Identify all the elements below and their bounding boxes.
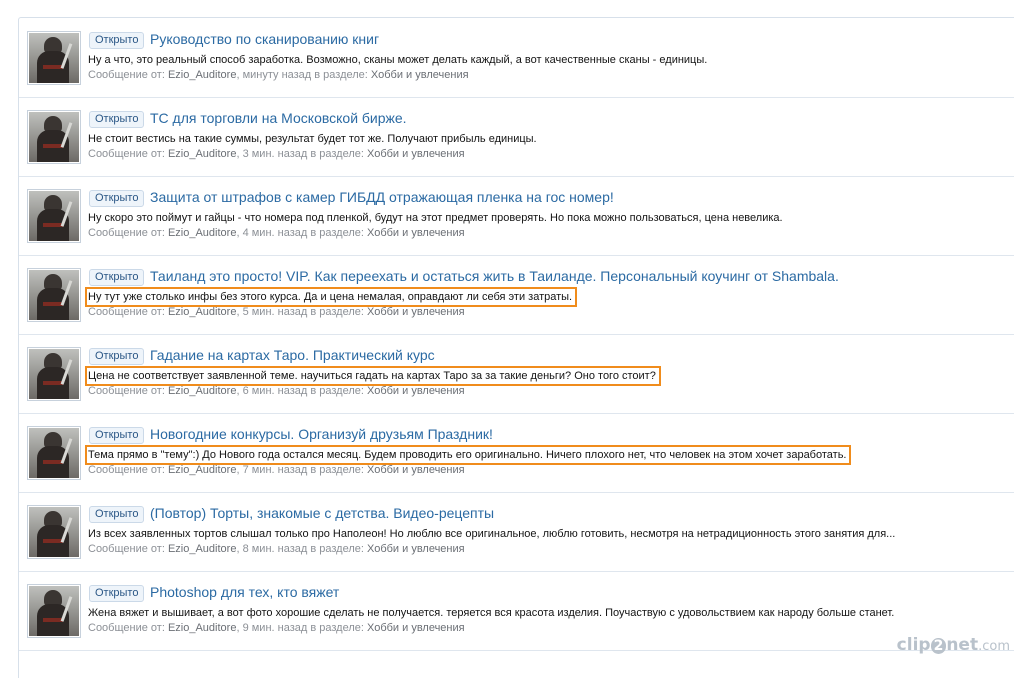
meta-time: , 9 мин. назад в разделе:: [236, 622, 364, 634]
avatar-image: [29, 270, 79, 320]
meta-prefix: Сообщение от:: [88, 622, 165, 634]
post-item: Открыто Новогодние конкурсы. Организуй д…: [19, 413, 1014, 493]
post-title-link[interactable]: (Повтор) Торты, знакомые с детства. Виде…: [150, 504, 494, 522]
post-meta: Сообщение от: Ezio_Auditore, 9 мин. наза…: [88, 622, 465, 635]
post-meta: Сообщение от: Ezio_Auditore, минуту наза…: [88, 69, 469, 82]
post-title-link[interactable]: Защита от штрафов с камер ГИБДД отражающ…: [150, 188, 614, 206]
username-link[interactable]: Ezio_Auditore: [168, 622, 237, 634]
watermark-domain: .com: [978, 639, 1010, 654]
post-snippet-highlighted: Тема прямо в "тему":) До Нового года ост…: [84, 445, 852, 465]
post-title-link[interactable]: ТС для торговли на Московской бирже.: [150, 109, 407, 127]
meta-time: , 5 мин. назад в разделе:: [236, 306, 364, 318]
post-snippet: Из всех заявленных тортов слышал только …: [88, 528, 896, 540]
status-badge: Открыто: [89, 506, 145, 523]
avatar[interactable]: [27, 426, 81, 480]
meta-prefix: Сообщение от:: [88, 148, 165, 160]
post-title-link[interactable]: Новогодние конкурсы. Организуй друзьям П…: [150, 425, 493, 443]
username-link[interactable]: Ezio_Auditore: [168, 385, 237, 397]
forum-link[interactable]: Хобби и увлечения: [367, 306, 465, 318]
username-link[interactable]: Ezio_Auditore: [168, 306, 237, 318]
meta-time: , 7 мин. назад в разделе:: [236, 464, 364, 476]
post-meta: Сообщение от: Ezio_Auditore, 7 мин. наза…: [88, 464, 465, 477]
forum-link[interactable]: Хобби и увлечения: [371, 69, 469, 81]
post-title-link[interactable]: Гадание на картах Таро. Практический кур…: [150, 346, 435, 364]
status-badge: Открыто: [89, 32, 145, 49]
post-meta: Сообщение от: Ezio_Auditore, 4 мин. наза…: [88, 227, 465, 240]
meta-time: , 6 мин. назад в разделе:: [236, 385, 364, 397]
avatar[interactable]: [27, 584, 81, 638]
forum-link[interactable]: Хобби и увлечения: [367, 385, 465, 397]
meta-prefix: Сообщение от:: [88, 306, 165, 318]
meta-prefix: Сообщение от:: [88, 69, 165, 81]
username-link[interactable]: Ezio_Auditore: [168, 148, 237, 160]
post-meta: Сообщение от: Ezio_Auditore, 6 мин. наза…: [88, 385, 465, 398]
post-item: Открыто Photoshop для тех, кто вяжет Жен…: [19, 571, 1014, 651]
status-badge: Открыто: [89, 585, 145, 602]
username-link[interactable]: Ezio_Auditore: [168, 227, 237, 239]
post-snippet: Ну а что, это реальный способ заработка.…: [88, 54, 708, 66]
post-item: Открыто Руководство по сканированию книг…: [19, 18, 1014, 98]
avatar[interactable]: [27, 347, 81, 401]
post-item: Открыто Таиланд это просто! VIP. Как пер…: [19, 255, 1014, 335]
avatar-image: [29, 191, 79, 241]
post-item: Открыто (Повтор) Торты, знакомые с детст…: [19, 492, 1014, 572]
meta-time: , 8 мин. назад в разделе:: [236, 543, 364, 555]
post-snippet-highlighted: Цена не соответствует заявленной теме. н…: [85, 366, 661, 386]
avatar-image: [29, 112, 79, 162]
meta-prefix: Сообщение от:: [88, 543, 165, 555]
avatar[interactable]: [27, 189, 81, 243]
meta-time: , минуту назад в разделе:: [236, 69, 368, 81]
forum-link[interactable]: Хобби и увлечения: [367, 148, 465, 160]
meta-prefix: Сообщение от:: [88, 385, 165, 397]
post-item: Открыто ТС для торговли на Московской би…: [19, 97, 1014, 177]
post-snippet-highlighted: Ну тут уже столько инфы без этого курса.…: [84, 287, 578, 307]
forum-link[interactable]: Хобби и увлечения: [367, 227, 465, 239]
watermark-right: net: [946, 635, 979, 655]
status-badge: Открыто: [89, 427, 145, 444]
watermark-middle: 2: [930, 638, 947, 654]
status-badge: Открыто: [89, 111, 145, 128]
status-badge: Открыто: [89, 269, 145, 286]
avatar[interactable]: [27, 110, 81, 164]
avatar-image: [29, 428, 79, 478]
post-title-link[interactable]: Photoshop для тех, кто вяжет: [150, 583, 339, 601]
post-item: Открыто Защита от штрафов с камер ГИБДД …: [19, 176, 1014, 256]
post-meta: Сообщение от: Ezio_Auditore, 8 мин. наза…: [88, 543, 465, 556]
username-link[interactable]: Ezio_Auditore: [168, 69, 237, 81]
watermark-left: clip: [896, 635, 931, 655]
post-snippet: Жена вяжет и вышивает, а вот фото хороши…: [88, 607, 895, 619]
avatar[interactable]: [27, 505, 81, 559]
search-results-panel: Открыто Руководство по сканированию книг…: [18, 17, 1014, 678]
clip2net-watermark: clip 2 net.com: [892, 634, 1010, 656]
post-meta: Сообщение от: Ezio_Auditore, 3 мин. наза…: [88, 148, 465, 161]
meta-prefix: Сообщение от:: [88, 464, 165, 476]
avatar-image: [29, 507, 79, 557]
forum-link[interactable]: Хобби и увлечения: [367, 543, 465, 555]
status-badge: Открыто: [89, 348, 145, 365]
avatar-image: [29, 349, 79, 399]
meta-time: , 4 мин. назад в разделе:: [236, 227, 364, 239]
avatar[interactable]: [27, 31, 81, 85]
avatar-image: [29, 586, 79, 636]
post-snippet: Не стоит вестись на такие суммы, результ…: [88, 133, 537, 145]
forum-link[interactable]: Хобби и увлечения: [367, 622, 465, 634]
post-title-link[interactable]: Руководство по сканированию книг: [150, 30, 379, 48]
meta-time: , 3 мин. назад в разделе:: [236, 148, 364, 160]
avatar[interactable]: [27, 268, 81, 322]
username-link[interactable]: Ezio_Auditore: [168, 543, 237, 555]
status-badge: Открыто: [89, 190, 145, 207]
post-snippet: Ну скоро это поймут и гайцы - что номера…: [88, 212, 783, 224]
username-link[interactable]: Ezio_Auditore: [168, 464, 237, 476]
post-item: Открыто Гадание на картах Таро. Практиче…: [19, 334, 1014, 414]
avatar-image: [29, 33, 79, 83]
post-meta: Сообщение от: Ezio_Auditore, 5 мин. наза…: [88, 306, 465, 319]
forum-link[interactable]: Хобби и увлечения: [367, 464, 465, 476]
post-title-link[interactable]: Таиланд это просто! VIP. Как переехать и…: [150, 267, 839, 285]
meta-prefix: Сообщение от:: [88, 227, 165, 239]
